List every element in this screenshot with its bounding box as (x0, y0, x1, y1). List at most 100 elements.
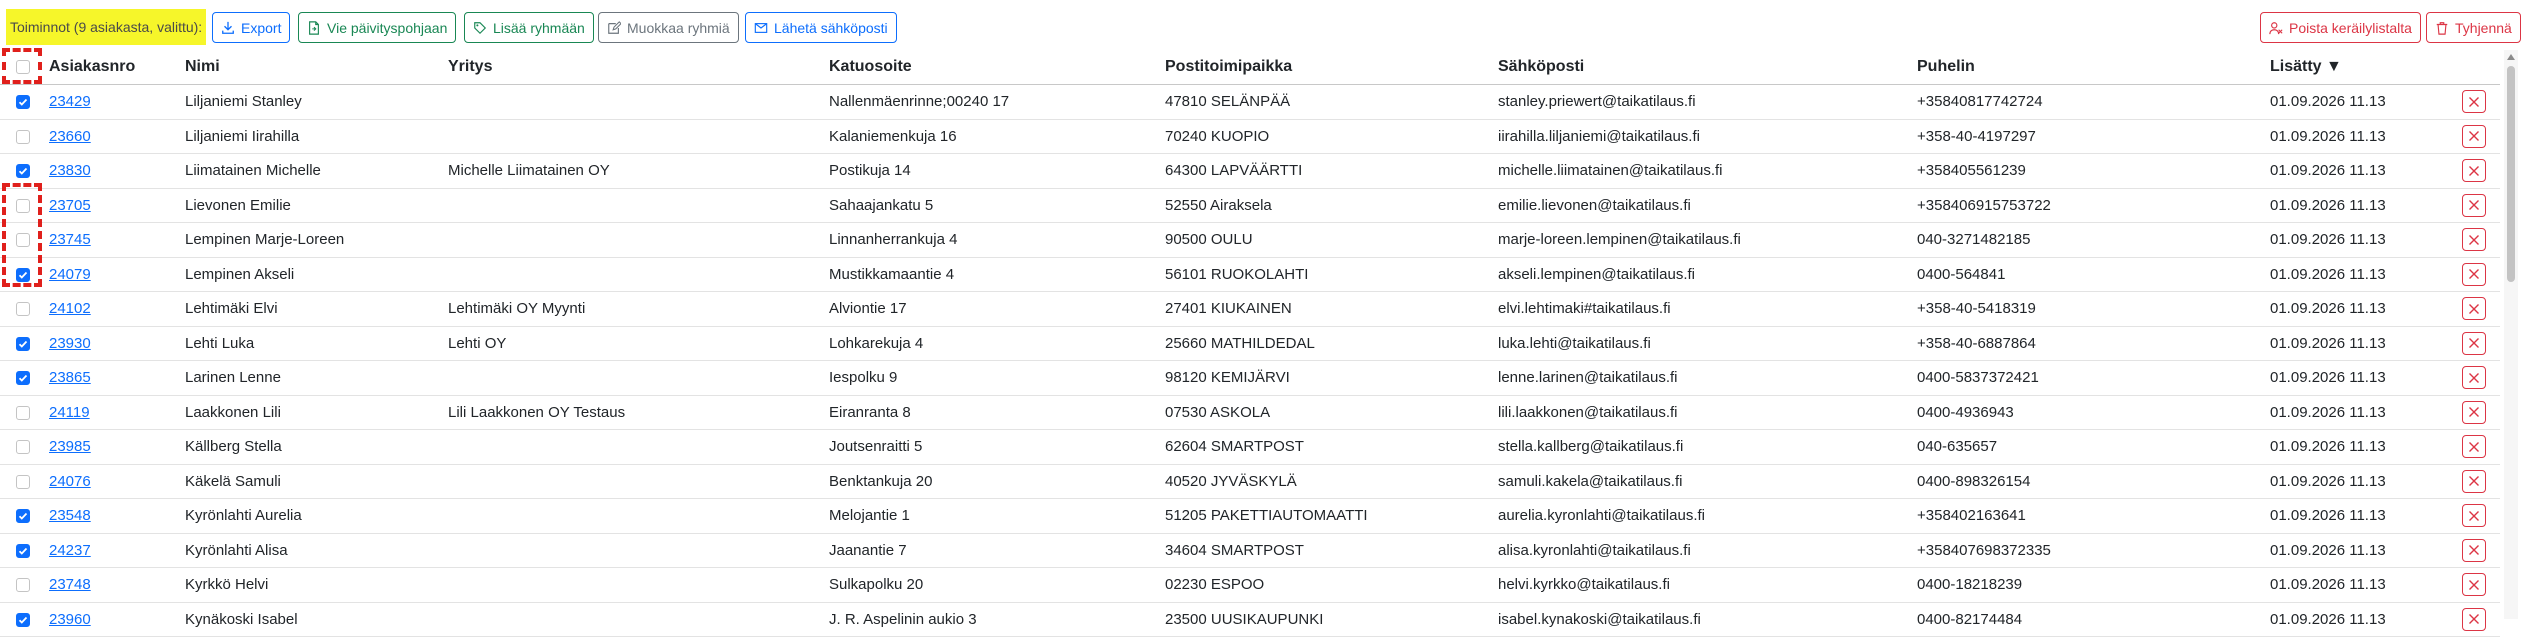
header-company[interactable]: Yritys (448, 50, 492, 84)
cell-postal: 34604 SMARTPOST (1165, 534, 1304, 567)
row-delete-button[interactable] (2462, 332, 2486, 355)
row-delete-button[interactable] (2462, 366, 2486, 389)
cell-name: Kyrönlahti Aurelia (185, 499, 302, 532)
customer-link[interactable]: 23429 (49, 93, 91, 110)
row-delete-button[interactable] (2462, 435, 2486, 458)
customer-link[interactable]: 23865 (49, 369, 91, 386)
row-delete-button[interactable] (2462, 159, 2486, 182)
cell-customer-no: 24079 (49, 258, 91, 291)
send-email-label: Lähetä sähköposti (774, 20, 888, 36)
row-checkbox[interactable] (16, 544, 30, 558)
cell-postal: 70240 KUOPIO (1165, 120, 1269, 153)
scroll-up-icon[interactable] (2507, 54, 2515, 60)
table-body: 23429Liljaniemi StanleyNallenmäenrinne;0… (0, 85, 2500, 637)
header-name[interactable]: Nimi (185, 50, 220, 84)
cell-email: lili.laakkonen@taikatilaus.fi (1498, 396, 1677, 429)
customer-link[interactable]: 23930 (49, 335, 91, 352)
remove-from-list-button[interactable]: Poista keräilylistalta (2260, 12, 2421, 43)
cell-name: Larinen Lenne (185, 361, 281, 394)
cell-email: emilie.lievonen@taikatilaus.fi (1498, 189, 1691, 222)
edit-groups-button[interactable]: Muokkaa ryhmiä (598, 12, 739, 43)
customer-link[interactable]: 24079 (49, 266, 91, 283)
row-checkbox[interactable] (16, 95, 30, 109)
row-checkbox[interactable] (16, 164, 30, 178)
export-button[interactable]: Export (212, 12, 290, 43)
cell-added: 01.09.2026 11.13 (2270, 499, 2386, 532)
cell-address: Kalaniemenkuja 16 (829, 120, 957, 153)
cell-email: akseli.lempinen@taikatilaus.fi (1498, 258, 1695, 291)
customer-link[interactable]: 23548 (49, 507, 91, 524)
row-delete-button[interactable] (2462, 297, 2486, 320)
customer-link[interactable]: 24237 (49, 542, 91, 559)
scrollbar-thumb[interactable] (2507, 66, 2515, 282)
row-checkbox[interactable] (16, 130, 30, 144)
header-phone[interactable]: Puhelin (1917, 50, 1975, 84)
cell-customer-no: 23748 (49, 568, 91, 601)
cell-address: Eiranranta 8 (829, 396, 911, 429)
cell-name: Lempinen Akseli (185, 258, 294, 291)
row-checkbox[interactable] (16, 440, 30, 454)
row-delete-button[interactable] (2462, 228, 2486, 251)
row-delete-button[interactable] (2462, 194, 2486, 217)
header-address[interactable]: Katuosoite (829, 50, 912, 84)
checkmark-icon (18, 339, 28, 349)
customer-link[interactable]: 24102 (49, 300, 91, 317)
cell-added: 01.09.2026 11.13 (2270, 120, 2386, 153)
cell-phone: +358-40-4197297 (1917, 120, 2036, 153)
row-checkbox[interactable] (16, 578, 30, 592)
customer-link[interactable]: 23985 (49, 438, 91, 455)
table-row: 23985Källberg StellaJoutsenraitti 562604… (0, 430, 2500, 465)
customer-link[interactable]: 24119 (49, 404, 90, 421)
add-group-label: Lisää ryhmään (493, 20, 585, 36)
row-checkbox[interactable] (16, 509, 30, 523)
row-delete-button[interactable] (2462, 539, 2486, 562)
table-row: 24102Lehtimäki ElviLehtimäki OY MyyntiAl… (0, 292, 2500, 327)
header-added[interactable]: Lisätty ▼ (2270, 50, 2342, 84)
row-checkbox[interactable] (16, 613, 30, 627)
cell-email: stella.kallberg@taikatilaus.fi (1498, 430, 1683, 463)
customer-link[interactable]: 23830 (49, 162, 91, 179)
customer-link[interactable]: 24076 (49, 473, 91, 490)
row-checkbox[interactable] (16, 302, 30, 316)
header-email[interactable]: Sähköposti (1498, 50, 1584, 84)
row-checkbox[interactable] (16, 371, 30, 385)
add-group-button[interactable]: Lisää ryhmään (464, 12, 594, 43)
row-delete-button[interactable] (2462, 125, 2486, 148)
checkmark-icon (18, 166, 28, 176)
customer-link[interactable]: 23705 (49, 197, 91, 214)
cell-customer-no: 23745 (49, 223, 91, 256)
row-delete-button[interactable] (2462, 504, 2486, 527)
row-delete-button[interactable] (2462, 401, 2486, 424)
row-delete-button[interactable] (2462, 90, 2486, 113)
row-delete-button[interactable] (2462, 263, 2486, 286)
header-customer-no[interactable]: Asiakasnro (49, 50, 135, 84)
row-checkbox[interactable] (16, 406, 30, 420)
customer-link[interactable]: 23660 (49, 128, 91, 145)
update-base-button[interactable]: Vie päivityspohjaan (298, 12, 456, 43)
customer-link[interactable]: 23960 (49, 611, 91, 628)
customer-link[interactable]: 23748 (49, 576, 91, 593)
annotation-box-row-checkboxes (2, 183, 42, 287)
row-checkbox[interactable] (16, 475, 30, 489)
send-email-button[interactable]: Lähetä sähköposti (745, 12, 897, 43)
header-postal[interactable]: Postitoimipaikka (1165, 50, 1292, 84)
close-icon (2468, 579, 2480, 591)
row-delete-button[interactable] (2462, 573, 2486, 596)
cell-address: Jaanantie 7 (829, 534, 907, 567)
close-icon (2468, 544, 2480, 556)
clear-button[interactable]: Tyhjennä (2426, 12, 2521, 43)
table-row: 24079Lempinen AkseliMustikkamaantie 4561… (0, 258, 2500, 293)
cell-postal: 07530 ASKOLA (1165, 396, 1270, 429)
row-delete-button[interactable] (2462, 470, 2486, 493)
checkmark-icon (18, 615, 28, 625)
cell-name: Liljaniemi Iirahilla (185, 120, 299, 153)
close-icon (2468, 165, 2480, 177)
select-all-checkbox[interactable] (16, 60, 30, 74)
row-delete-button[interactable] (2462, 608, 2486, 631)
table-row: 24076Käkelä SamuliBenktankuja 2040520 JY… (0, 465, 2500, 500)
customer-link[interactable]: 23745 (49, 231, 91, 248)
cell-name: Lempinen Marje-Loreen (185, 223, 344, 256)
cell-name: Kynäkoski Isabel (185, 603, 298, 636)
trash-icon (2435, 21, 2449, 35)
row-checkbox[interactable] (16, 337, 30, 351)
